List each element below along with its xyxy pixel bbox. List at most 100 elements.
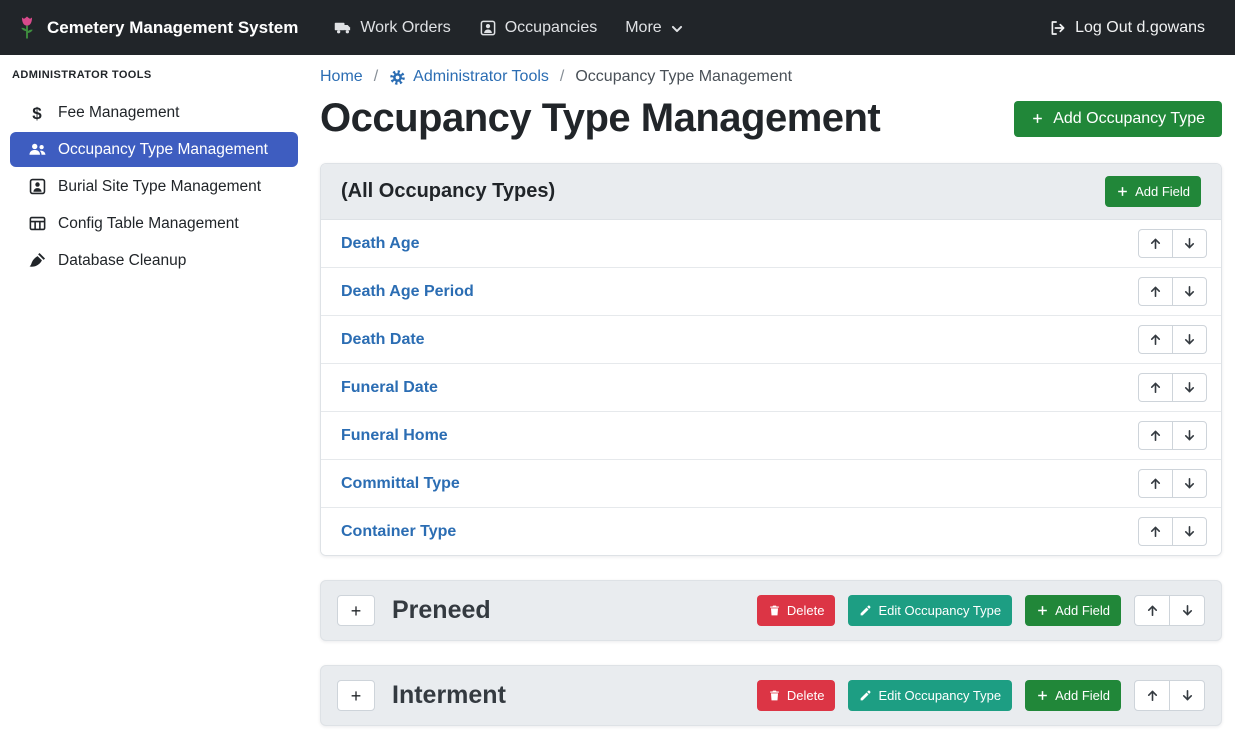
nav-work-orders[interactable]: Work Orders (320, 0, 464, 55)
logout-label: Log Out d.gowans (1075, 19, 1205, 37)
dollar-icon: $ (25, 105, 49, 122)
main-content: Home / Administrator Tools / Occupancy T… (308, 55, 1235, 738)
logout-icon (1049, 19, 1067, 37)
add-field-label: Add Field (1055, 688, 1110, 703)
move-up-button[interactable] (1138, 373, 1173, 402)
sidebar-item-database-cleanup[interactable]: Database Cleanup (10, 243, 298, 278)
edit-occupancy-type-label: Edit Occupancy Type (878, 688, 1001, 703)
move-down-button[interactable] (1172, 325, 1207, 354)
breadcrumb-current: Occupancy Type Management (575, 68, 792, 86)
field-row: Committal Type (321, 459, 1221, 507)
field-link-container-type[interactable]: Container Type (335, 523, 456, 541)
sidebar-item-label: Database Cleanup (58, 252, 186, 270)
sidebar-item-label: Fee Management (58, 104, 180, 122)
move-down-button[interactable] (1169, 680, 1205, 711)
plus-icon (1036, 689, 1049, 702)
move-down-button[interactable] (1172, 421, 1207, 450)
portrait-icon (25, 177, 49, 196)
add-field-button[interactable]: Add Field (1025, 595, 1121, 626)
reorder-buttons (1138, 229, 1207, 258)
all-occupancy-types-title: (All Occupancy Types) (341, 180, 555, 203)
nav-occupancies[interactable]: Occupancies (465, 0, 612, 55)
nav-work-orders-label: Work Orders (360, 19, 450, 37)
nav-occupancies-label: Occupancies (505, 19, 598, 37)
trash-icon (768, 689, 781, 702)
occupancy-type-section-interment: + Interment Delete Edit Occupancy Type A… (320, 665, 1222, 726)
move-down-button[interactable] (1172, 229, 1207, 258)
sidebar-item-label: Occupancy Type Management (58, 141, 268, 159)
expand-button[interactable]: + (337, 680, 375, 711)
trash-icon (768, 604, 781, 617)
add-field-label: Add Field (1055, 603, 1110, 618)
move-down-button[interactable] (1169, 595, 1205, 626)
breadcrumb-administrator-tools[interactable]: Administrator Tools (389, 68, 549, 86)
delete-label: Delete (787, 688, 825, 703)
breadcrumb-separator: / (560, 68, 564, 86)
add-field-button[interactable]: Add Field (1105, 176, 1201, 207)
move-up-button[interactable] (1138, 517, 1173, 546)
field-link-death-age[interactable]: Death Age (335, 235, 420, 253)
plus-icon (1036, 604, 1049, 617)
all-occupancy-types-card: (All Occupancy Types) Add Field Death Ag… (320, 163, 1222, 556)
field-row: Death Age (321, 220, 1221, 267)
reorder-buttons (1138, 277, 1207, 306)
edit-occupancy-type-button[interactable]: Edit Occupancy Type (848, 680, 1012, 711)
field-link-funeral-home[interactable]: Funeral Home (335, 427, 448, 445)
breadcrumb-home[interactable]: Home (320, 68, 363, 86)
field-link-death-date[interactable]: Death Date (335, 331, 425, 349)
move-down-button[interactable] (1172, 277, 1207, 306)
delete-button[interactable]: Delete (757, 595, 836, 626)
reorder-buttons (1138, 421, 1207, 450)
field-link-funeral-date[interactable]: Funeral Date (335, 379, 438, 397)
reorder-buttons (1138, 517, 1207, 546)
sidebar-item-config-table-management[interactable]: Config Table Management (10, 206, 298, 241)
section-title: Interment (392, 681, 506, 710)
sidebar-item-burial-site-type-management[interactable]: Burial Site Type Management (10, 169, 298, 204)
add-field-label: Add Field (1135, 184, 1190, 199)
pencil-icon (859, 689, 872, 702)
field-link-committal-type[interactable]: Committal Type (335, 475, 460, 493)
occupancy-type-section-preneed: + Preneed Delete Edit Occupancy Type Add… (320, 580, 1222, 641)
move-up-button[interactable] (1138, 469, 1173, 498)
add-occupancy-type-label: Add Occupancy Type (1053, 110, 1205, 128)
sidebar-item-occupancy-type-management[interactable]: Occupancy Type Management (10, 132, 298, 167)
breadcrumb: Home / Administrator Tools / Occupancy T… (320, 68, 1222, 86)
users-icon (25, 140, 49, 159)
field-row: Container Type (321, 507, 1221, 555)
chevron-down-icon (670, 19, 684, 36)
reorder-buttons (1138, 325, 1207, 354)
sidebar-item-label: Config Table Management (58, 215, 239, 233)
gear-icon (389, 69, 406, 86)
move-down-button[interactable] (1172, 373, 1207, 402)
reorder-buttons (1138, 469, 1207, 498)
edit-occupancy-type-button[interactable]: Edit Occupancy Type (848, 595, 1012, 626)
add-field-button[interactable]: Add Field (1025, 680, 1121, 711)
portrait-icon (479, 19, 497, 37)
section-title: Preneed (392, 596, 491, 625)
truck-icon (334, 19, 352, 37)
expand-button[interactable]: + (337, 595, 375, 626)
add-occupancy-type-button[interactable]: Add Occupancy Type (1014, 101, 1222, 137)
flower-logo-icon (16, 14, 38, 41)
plus-icon (1116, 185, 1129, 198)
sidebar-item-fee-management[interactable]: $ Fee Management (10, 96, 298, 130)
move-up-button[interactable] (1138, 229, 1173, 258)
move-down-button[interactable] (1172, 469, 1207, 498)
all-occupancy-types-header: (All Occupancy Types) Add Field (321, 164, 1221, 220)
move-up-button[interactable] (1134, 680, 1170, 711)
page-title: Occupancy Type Management (320, 96, 880, 141)
nav-more[interactable]: More (611, 0, 697, 55)
field-link-death-age-period[interactable]: Death Age Period (335, 283, 474, 301)
app-brand[interactable]: Cemetery Management System (16, 14, 298, 41)
move-up-button[interactable] (1138, 325, 1173, 354)
logout-button[interactable]: Log Out d.gowans (1035, 0, 1219, 55)
move-up-button[interactable] (1138, 277, 1173, 306)
reorder-buttons (1138, 373, 1207, 402)
app-title: Cemetery Management System (47, 18, 298, 38)
move-up-button[interactable] (1134, 595, 1170, 626)
delete-button[interactable]: Delete (757, 680, 836, 711)
move-down-button[interactable] (1172, 517, 1207, 546)
reorder-buttons (1134, 680, 1205, 711)
delete-label: Delete (787, 603, 825, 618)
move-up-button[interactable] (1138, 421, 1173, 450)
